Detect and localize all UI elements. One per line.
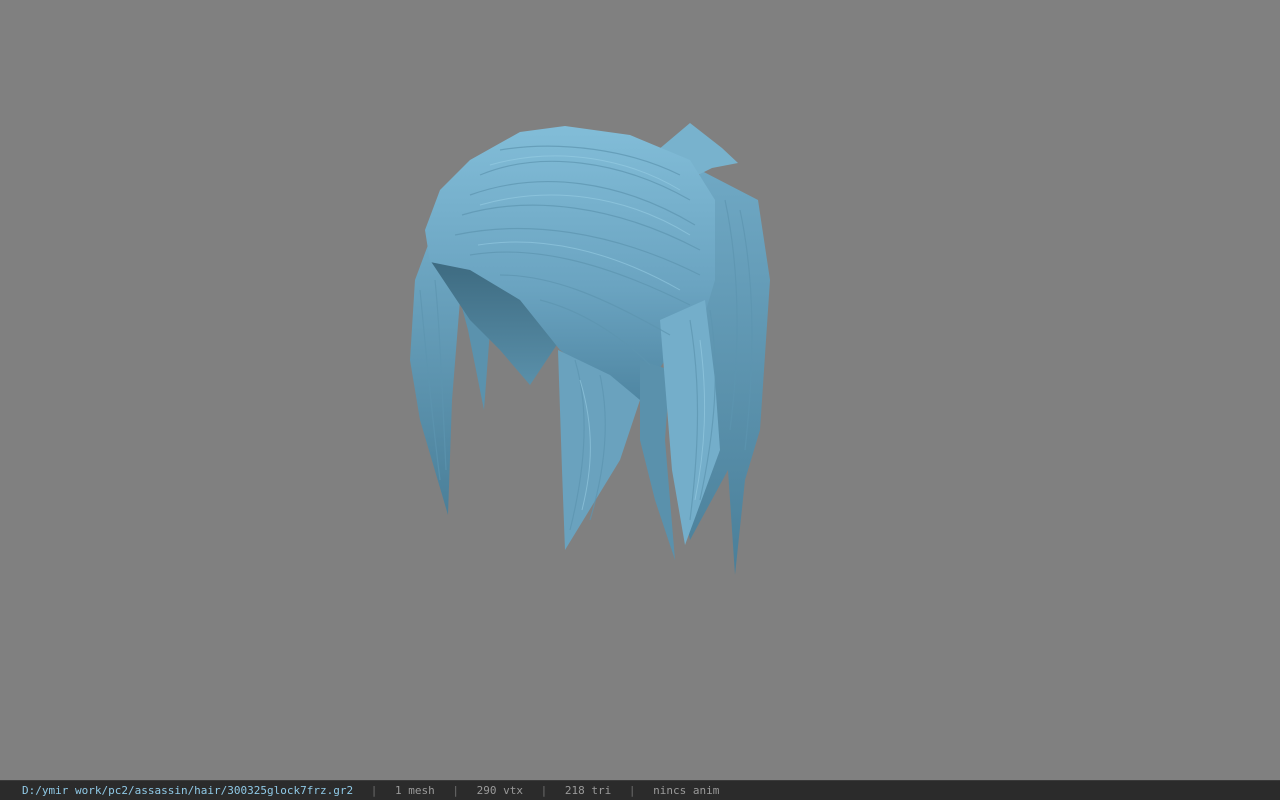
vertex-count-label: 290 vtx [476, 784, 523, 797]
hair-model[interactable] [0, 0, 1280, 780]
separator: | [370, 784, 378, 797]
mesh-count-label: 1 mesh [395, 784, 435, 797]
separator: | [540, 784, 548, 797]
triangle-count-label: 218 tri [564, 784, 612, 797]
animation-info-label: nincs anim [653, 784, 720, 797]
file-path-label: D:/ymir work/pc2/assassin/hair/300325glo… [22, 784, 354, 797]
separator: | [452, 784, 460, 797]
3d-viewport[interactable] [0, 0, 1280, 780]
status-bar: D:/ymir work/pc2/assassin/hair/300325glo… [0, 780, 1280, 800]
separator: | [628, 784, 636, 797]
